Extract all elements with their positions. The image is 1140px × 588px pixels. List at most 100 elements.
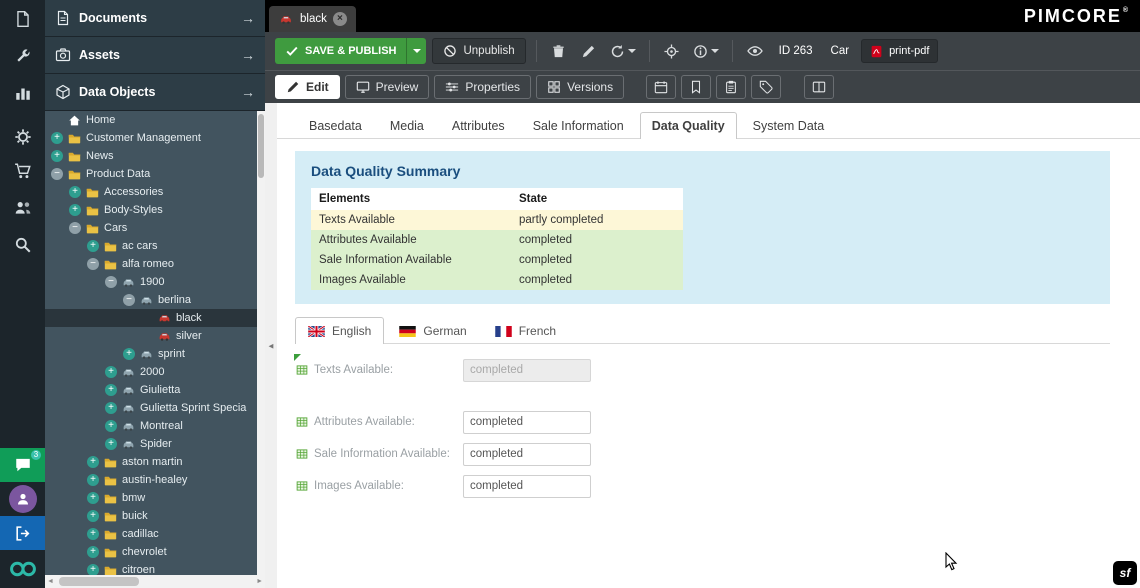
plus-expander-icon[interactable]: +: [87, 510, 99, 522]
reload-button[interactable]: [607, 38, 639, 64]
language-tab-french[interactable]: French: [482, 317, 569, 344]
reports-button[interactable]: [0, 74, 45, 111]
plus-expander-icon[interactable]: +: [69, 186, 81, 198]
plus-expander-icon[interactable]: +: [87, 564, 99, 575]
panel-documents[interactable]: Documents →: [45, 0, 265, 37]
scrollbar-thumb[interactable]: [59, 577, 139, 586]
plus-expander-icon[interactable]: +: [105, 438, 117, 450]
plus-expander-icon[interactable]: +: [105, 366, 117, 378]
scroll-left-icon[interactable]: ◄: [47, 578, 54, 585]
plus-expander-icon[interactable]: +: [69, 204, 81, 216]
info-button[interactable]: [690, 38, 722, 64]
minus-expander-icon[interactable]: −: [69, 222, 81, 234]
delete-button[interactable]: [547, 38, 571, 64]
plus-expander-icon[interactable]: +: [87, 528, 99, 540]
users-button[interactable]: [0, 189, 45, 226]
plus-expander-icon[interactable]: +: [87, 456, 99, 468]
search-button[interactable]: [0, 226, 45, 263]
plus-expander-icon[interactable]: +: [87, 474, 99, 486]
view-tab-preview[interactable]: Preview: [345, 75, 430, 99]
tree-item-customer-management[interactable]: +Customer Management: [45, 129, 257, 147]
tree-item-alfa-romeo[interactable]: −alfa romeo: [45, 255, 257, 273]
plus-expander-icon[interactable]: +: [87, 240, 99, 252]
tree-item-giulietta[interactable]: +Giulietta: [45, 381, 257, 399]
plus-expander-icon[interactable]: +: [51, 150, 63, 162]
panel-data-objects[interactable]: Data Objects →: [45, 74, 265, 111]
bookmark-button[interactable]: [681, 75, 711, 99]
tools-button[interactable]: [0, 37, 45, 74]
field-input[interactable]: [463, 411, 591, 434]
minus-expander-icon[interactable]: −: [105, 276, 117, 288]
field-input[interactable]: [463, 359, 591, 382]
tree-item-accessories[interactable]: +Accessories: [45, 183, 257, 201]
tree-item-body-styles[interactable]: +Body-Styles: [45, 201, 257, 219]
view-tab-versions[interactable]: Versions: [536, 75, 624, 99]
view-tab-properties[interactable]: Properties: [434, 75, 531, 99]
field-input[interactable]: [463, 443, 591, 466]
calendar-button[interactable]: [646, 75, 676, 99]
notifications-button[interactable]: 3: [0, 448, 45, 482]
clipboard-button[interactable]: [716, 75, 746, 99]
tree-item-cadillac[interactable]: +cadillac: [45, 525, 257, 543]
tree-item-silver[interactable]: silver: [45, 327, 257, 345]
view-tab-edit[interactable]: Edit: [275, 75, 340, 99]
panel-splitter[interactable]: ◄: [265, 103, 277, 588]
save-options-dropdown-button[interactable]: [406, 38, 426, 64]
settings-button[interactable]: [0, 121, 45, 152]
tree-item-cars[interactable]: −Cars: [45, 219, 257, 237]
tree-item-austin-healey[interactable]: +austin-healey: [45, 471, 257, 489]
plus-expander-icon[interactable]: +: [87, 546, 99, 558]
tree-item-citroen[interactable]: +citroen: [45, 561, 257, 575]
tree-item-product-data[interactable]: −Product Data: [45, 165, 257, 183]
scroll-right-icon[interactable]: ►: [256, 578, 263, 585]
collapse-panel-icon[interactable]: ◄: [267, 341, 275, 350]
tree-item-sprint[interactable]: +sprint: [45, 345, 257, 363]
pimcore-logo[interactable]: [0, 550, 45, 588]
minus-expander-icon[interactable]: −: [51, 168, 63, 180]
tree-vertical-scrollbar[interactable]: [257, 111, 265, 575]
open-preview-button[interactable]: [743, 38, 767, 64]
scrollbar-thumb[interactable]: [258, 114, 264, 178]
tree-item-2000[interactable]: +2000: [45, 363, 257, 381]
plus-expander-icon[interactable]: +: [51, 132, 63, 144]
minus-expander-icon[interactable]: −: [87, 258, 99, 270]
tag-button[interactable]: [751, 75, 781, 99]
tab-system-data[interactable]: System Data: [741, 112, 837, 139]
columns-button[interactable]: [804, 75, 834, 99]
tab-basedata[interactable]: Basedata: [297, 112, 374, 139]
tree-item-berlina[interactable]: −berlina: [45, 291, 257, 309]
plus-expander-icon[interactable]: +: [105, 420, 117, 432]
ecommerce-button[interactable]: [0, 152, 45, 189]
logout-button[interactable]: [0, 516, 45, 550]
tree-item-black[interactable]: black: [45, 309, 257, 327]
tree-item-montreal[interactable]: +Montreal: [45, 417, 257, 435]
print-pdf-button[interactable]: print-pdf: [861, 39, 938, 63]
tab-media[interactable]: Media: [378, 112, 436, 139]
object-tab-black[interactable]: black ×: [269, 6, 356, 32]
tree-item-gulietta-sprint-specia[interactable]: +Gulietta Sprint Specia: [45, 399, 257, 417]
plus-expander-icon[interactable]: +: [105, 384, 117, 396]
unpublish-button[interactable]: Unpublish: [432, 38, 525, 64]
close-tab-icon[interactable]: ×: [333, 12, 347, 26]
tab-data-quality[interactable]: Data Quality: [640, 112, 737, 139]
plus-expander-icon[interactable]: +: [87, 492, 99, 504]
field-input[interactable]: [463, 475, 591, 498]
user-button[interactable]: [0, 482, 45, 516]
tree-item-1900[interactable]: −1900: [45, 273, 257, 291]
panel-assets[interactable]: Assets →: [45, 37, 265, 74]
save-publish-button[interactable]: SAVE & PUBLISH: [275, 38, 406, 64]
plus-expander-icon[interactable]: +: [123, 348, 135, 360]
tab-attributes[interactable]: Attributes: [440, 112, 517, 139]
rename-button[interactable]: [577, 38, 601, 64]
language-tab-german[interactable]: German: [386, 317, 479, 344]
symfony-toolbar-badge[interactable]: sf: [1113, 561, 1137, 585]
tree-item-home[interactable]: Home: [45, 111, 257, 129]
tree-item-aston-martin[interactable]: +aston martin: [45, 453, 257, 471]
language-tab-english[interactable]: English: [295, 317, 384, 344]
tree-item-spider[interactable]: +Spider: [45, 435, 257, 453]
file-button[interactable]: [0, 0, 45, 37]
plus-expander-icon[interactable]: +: [105, 402, 117, 414]
tree-item-bmw[interactable]: +bmw: [45, 489, 257, 507]
minus-expander-icon[interactable]: −: [123, 294, 135, 306]
tree-item-chevrolet[interactable]: +chevrolet: [45, 543, 257, 561]
